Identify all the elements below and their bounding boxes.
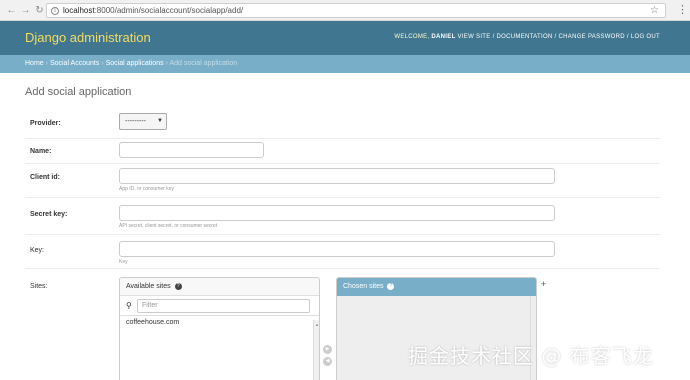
secret-key-input[interactable] bbox=[119, 205, 555, 221]
selector-move-buttons: ▶ ◀ bbox=[323, 345, 333, 369]
secret-key-help: API secret, client secret, or consumer s… bbox=[119, 223, 218, 229]
user-tools: WELCOME, DANIEL VIEW SITE / DOCUMENTATION /… bbox=[394, 34, 660, 40]
filter-input[interactable]: Filter bbox=[137, 299, 310, 313]
name-input[interactable] bbox=[119, 142, 264, 158]
add-selected-icon[interactable]: ▶ bbox=[323, 345, 332, 354]
url-path: :8000/admin/socialaccount/socialapp/add/ bbox=[94, 6, 244, 15]
secret-key-label: Secret key: bbox=[30, 211, 68, 218]
client-id-row: Client id: App ID, or consumer key bbox=[25, 164, 660, 198]
breadcrumb-social-applications[interactable]: Social applications bbox=[106, 60, 164, 67]
remove-selected-icon[interactable]: ◀ bbox=[323, 357, 332, 366]
documentation-link[interactable]: DOCUMENTATION bbox=[497, 34, 553, 40]
breadcrumb-social-accounts[interactable]: Social Accounts bbox=[50, 60, 99, 67]
key-row: Key: Key bbox=[25, 235, 660, 269]
add-site-icon[interactable]: + bbox=[541, 279, 546, 289]
provider-selected-value: --------- bbox=[125, 118, 146, 125]
chosen-sites-title: Chosen sites ? bbox=[337, 278, 536, 296]
watermark: 掘金技术社区 @ 布客飞龙 bbox=[408, 344, 654, 368]
url-host: localhost bbox=[63, 6, 95, 15]
provider-row: Provider: --------- ▼ bbox=[25, 110, 660, 139]
name-label: Name: bbox=[30, 148, 52, 155]
provider-select[interactable]: --------- ▼ bbox=[119, 113, 167, 130]
key-label: Key: bbox=[30, 247, 45, 254]
username: DANIEL bbox=[431, 34, 456, 40]
site-branding[interactable]: Django administration bbox=[25, 30, 151, 45]
available-sites-box: Available sites ? ⚲ Filter coffeehouse.c… bbox=[119, 277, 320, 380]
welcome-text: WELCOME, bbox=[394, 34, 430, 40]
client-id-label: Client id: bbox=[30, 174, 60, 181]
breadcrumb-current: Add social application bbox=[169, 60, 238, 67]
help-icon[interactable]: ? bbox=[174, 282, 182, 290]
breadcrumb-home[interactable]: Home bbox=[25, 60, 44, 67]
back-icon[interactable]: ← bbox=[6, 5, 17, 16]
info-icon[interactable]: i bbox=[51, 6, 59, 15]
address-bar[interactable]: i localhost:8000/admin/socialaccount/soc… bbox=[46, 3, 666, 18]
help-icon[interactable]: ? bbox=[387, 282, 395, 290]
key-input[interactable] bbox=[119, 241, 555, 257]
browser-toolbar: ← → ↻ i localhost:8000/admin/socialaccou… bbox=[0, 0, 690, 21]
browser-menu-icon[interactable]: ⋮ bbox=[677, 4, 688, 17]
client-id-help: App ID, or consumer key bbox=[119, 186, 175, 192]
breadcrumb: Home › Social Accounts › Social applicat… bbox=[0, 55, 690, 73]
log-out-link[interactable]: LOG OUT bbox=[631, 34, 660, 40]
available-sites-scrollbar[interactable]: ▲ bbox=[313, 320, 319, 380]
client-id-input[interactable] bbox=[119, 168, 555, 184]
available-sites-title: Available sites ? bbox=[120, 278, 319, 296]
forward-icon[interactable]: → bbox=[20, 5, 31, 16]
available-sites-filter: ⚲ Filter bbox=[120, 296, 319, 316]
sites-label: Sites: bbox=[30, 283, 48, 290]
dropdown-arrow-icon: ▼ bbox=[157, 118, 163, 124]
secret-key-row: Secret key: API secret, client secret, o… bbox=[25, 198, 660, 235]
search-icon: ⚲ bbox=[126, 301, 132, 310]
name-row: Name: bbox=[25, 139, 660, 164]
scroll-up-icon[interactable]: ▲ bbox=[315, 322, 319, 327]
key-help: Key bbox=[119, 259, 128, 265]
admin-header: Django administration WELCOME, DANIEL VI… bbox=[0, 21, 690, 55]
list-item[interactable]: coffeehouse.com bbox=[120, 316, 319, 329]
reload-icon[interactable]: ↻ bbox=[34, 5, 45, 16]
page-title: Add social application bbox=[25, 86, 132, 98]
bookmark-star-icon[interactable]: ☆ bbox=[650, 5, 659, 16]
view-site-link[interactable]: VIEW SITE bbox=[458, 34, 491, 40]
provider-label: Provider: bbox=[30, 120, 61, 127]
change-password-link[interactable]: CHANGE PASSWORD bbox=[559, 34, 625, 40]
